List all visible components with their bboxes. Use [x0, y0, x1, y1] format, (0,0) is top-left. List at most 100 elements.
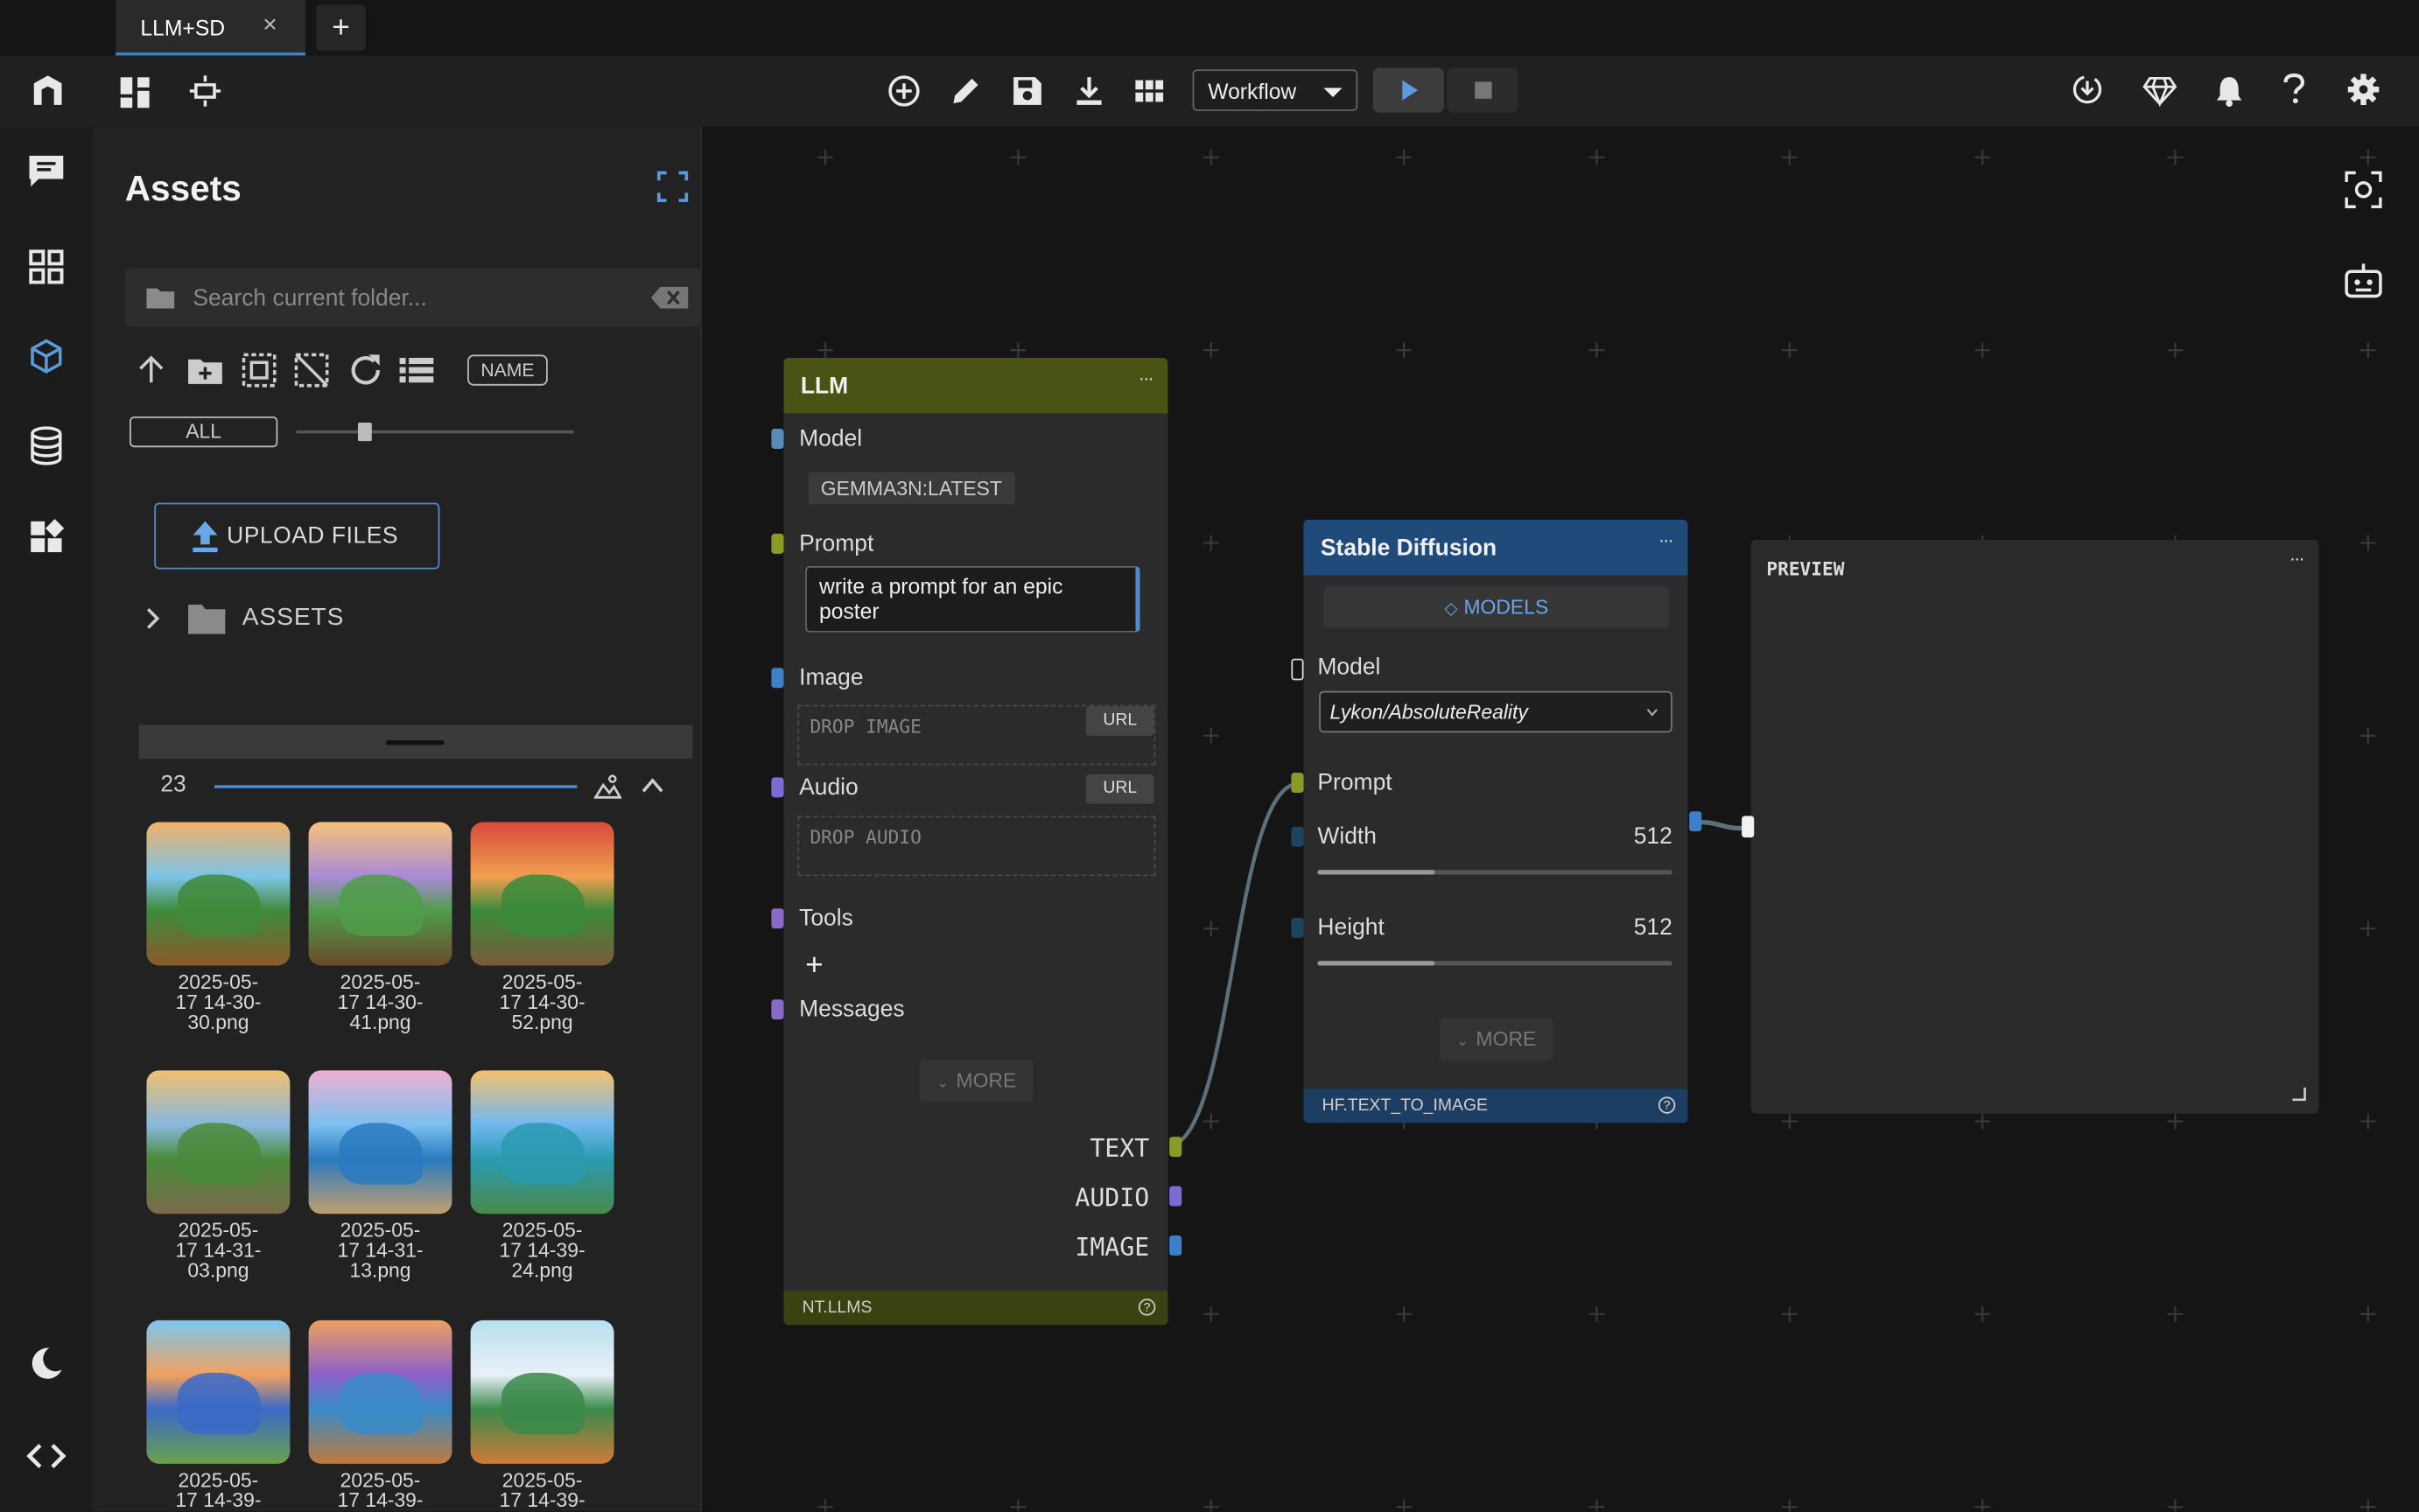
llm-more-button[interactable]: ⌄ MORE — [919, 1060, 1034, 1102]
sd-image-output-handle[interactable] — [1689, 811, 1702, 832]
logo-icon[interactable] — [31, 74, 65, 108]
grid-cross — [1974, 342, 1990, 358]
image-output-handle[interactable] — [1169, 1235, 1182, 1256]
asset-thumbnail[interactable] — [470, 822, 614, 966]
sd-more-button[interactable]: ⌄ MORE — [1439, 1018, 1554, 1061]
fullscreen-icon[interactable] — [656, 171, 689, 202]
new-folder-icon[interactable] — [186, 352, 223, 388]
sort-by-name-button[interactable]: NAME — [467, 354, 548, 386]
help-icon[interactable] — [2277, 73, 2311, 107]
grid-cross — [2360, 342, 2376, 358]
download-icon[interactable] — [1072, 74, 1106, 108]
robot-assistant-icon[interactable] — [2344, 262, 2384, 299]
grid-cross — [2167, 1499, 2184, 1512]
folder-up-icon[interactable] — [133, 352, 170, 388]
node-canvas[interactable]: LLM ··· Model GEMMA3N:LATEST Prompt writ… — [702, 126, 2419, 1512]
diamond-icon[interactable] — [2142, 74, 2177, 108]
height-slider-fill — [1317, 961, 1435, 966]
help-icon[interactable]: ? — [1658, 1096, 1676, 1114]
dashboard-icon[interactable] — [119, 75, 153, 109]
workflow-select-value: Workflow — [1208, 78, 1297, 104]
audio-input-handle[interactable] — [771, 777, 784, 798]
image-input-handle[interactable] — [771, 668, 784, 689]
audio-output-handle[interactable] — [1169, 1186, 1182, 1207]
run-button[interactable] — [1372, 67, 1444, 113]
asset-thumbnail[interactable] — [470, 1070, 614, 1214]
refresh-icon[interactable] — [347, 352, 384, 388]
asset-thumbnail[interactable] — [146, 1320, 291, 1464]
list-view-icon[interactable] — [398, 352, 435, 388]
llm-node-menu-icon[interactable]: ··· — [1139, 368, 1154, 389]
asset-thumbnail[interactable] — [470, 1320, 614, 1464]
folder-row-assets[interactable]: ASSETS — [139, 598, 602, 639]
stop-button[interactable] — [1447, 67, 1518, 113]
bell-icon[interactable] — [2212, 74, 2247, 108]
chevron-right-icon[interactable] — [142, 606, 164, 631]
workflow-select[interactable]: Workflow — [1192, 69, 1358, 111]
settings-gear-icon[interactable] — [2346, 73, 2380, 107]
audio-url-button[interactable]: URL — [1085, 774, 1154, 804]
preview-input-handle[interactable] — [1742, 816, 1755, 838]
new-tab-button[interactable]: + — [316, 4, 366, 52]
deselect-icon[interactable] — [293, 352, 330, 388]
asset-thumbnail[interactable] — [146, 1070, 291, 1214]
thumbnail-size-thumb[interactable] — [357, 422, 372, 442]
add-node-icon[interactable] — [887, 74, 922, 108]
tab-llm-sd[interactable]: LLM+SD × — [116, 0, 306, 56]
sd-model-select[interactable]: Lykon/AbsoluteReality — [1319, 690, 1672, 733]
clear-search-icon[interactable] — [649, 285, 690, 310]
asset-thumbnail[interactable] — [308, 1070, 452, 1214]
dark-mode-moon-icon[interactable] — [28, 1345, 65, 1382]
chat-icon[interactable] — [26, 153, 67, 190]
grid-layout-icon[interactable] — [1132, 74, 1167, 108]
tools-input-handle[interactable] — [771, 908, 784, 929]
model-value[interactable]: GEMMA3N:LATEST — [808, 472, 1015, 505]
sd-node-header[interactable]: Stable Diffusion ··· — [1303, 520, 1688, 576]
widgets-icon[interactable] — [28, 518, 65, 555]
model-download-icon[interactable] — [2071, 73, 2105, 107]
model-input-handle[interactable] — [771, 429, 784, 449]
asset-thumbnail[interactable] — [146, 822, 291, 966]
fit-view-icon[interactable] — [188, 74, 222, 108]
tab-close-button[interactable]: × — [257, 12, 282, 40]
workflows-grid-icon[interactable] — [28, 248, 65, 285]
sd-node-menu-icon[interactable]: ··· — [1658, 529, 1674, 551]
edit-icon[interactable] — [949, 74, 983, 108]
llm-node[interactable]: LLM ··· Model GEMMA3N:LATEST Prompt writ… — [771, 357, 1182, 1326]
code-icon[interactable] — [26, 1440, 67, 1471]
database-icon[interactable] — [28, 426, 65, 466]
preview-menu-icon[interactable]: ··· — [2289, 548, 2305, 570]
resize-grip[interactable] — [385, 740, 445, 746]
filter-all-button[interactable]: ALL — [130, 416, 278, 448]
chevron-down-icon: ⌄ — [1456, 1033, 1469, 1049]
select-all-icon[interactable] — [241, 352, 277, 388]
model-input-handle[interactable] — [1291, 658, 1304, 681]
height-input-handle[interactable] — [1291, 917, 1304, 938]
prompt-input-handle[interactable] — [771, 533, 784, 554]
models-button[interactable]: ◇ MODELS — [1323, 585, 1670, 628]
preview-node[interactable]: PREVIEW ··· — [1742, 539, 2319, 1114]
chevron-up-icon[interactable] — [641, 776, 665, 794]
asset-thumbnail[interactable] — [308, 1320, 452, 1464]
screenshot-icon[interactable] — [2345, 171, 2382, 208]
image-url-button[interactable]: URL — [1085, 706, 1154, 736]
width-input-handle[interactable] — [1291, 826, 1304, 847]
add-tool-button[interactable]: + — [805, 948, 824, 984]
llm-node-header[interactable]: LLM ··· — [783, 357, 1168, 414]
image-filter-icon[interactable] — [593, 773, 622, 801]
sd-prompt-input-handle[interactable] — [1291, 773, 1304, 794]
stable-diffusion-node[interactable]: Stable Diffusion ··· ◇ MODELS Model Lykon… — [1291, 520, 1702, 1124]
help-icon[interactable]: ? — [1138, 1298, 1156, 1316]
save-icon[interactable] — [1011, 74, 1045, 108]
assets-cube-icon[interactable] — [28, 338, 65, 374]
messages-input-handle[interactable] — [771, 999, 784, 1020]
text-output-handle[interactable] — [1169, 1137, 1182, 1158]
resize-handle-icon[interactable] — [2292, 1087, 2306, 1102]
folder-label: ASSETS — [242, 605, 345, 631]
search-input[interactable] — [193, 282, 641, 313]
thumbnail-size-slider[interactable] — [296, 430, 574, 434]
prompt-textarea[interactable]: write a prompt for an epic poster — [805, 565, 1140, 633]
upload-files-button[interactable]: UPLOAD FILES — [154, 502, 440, 570]
audio-drop-zone[interactable]: DROP AUDIO — [797, 816, 1156, 877]
asset-thumbnail[interactable] — [308, 822, 452, 966]
